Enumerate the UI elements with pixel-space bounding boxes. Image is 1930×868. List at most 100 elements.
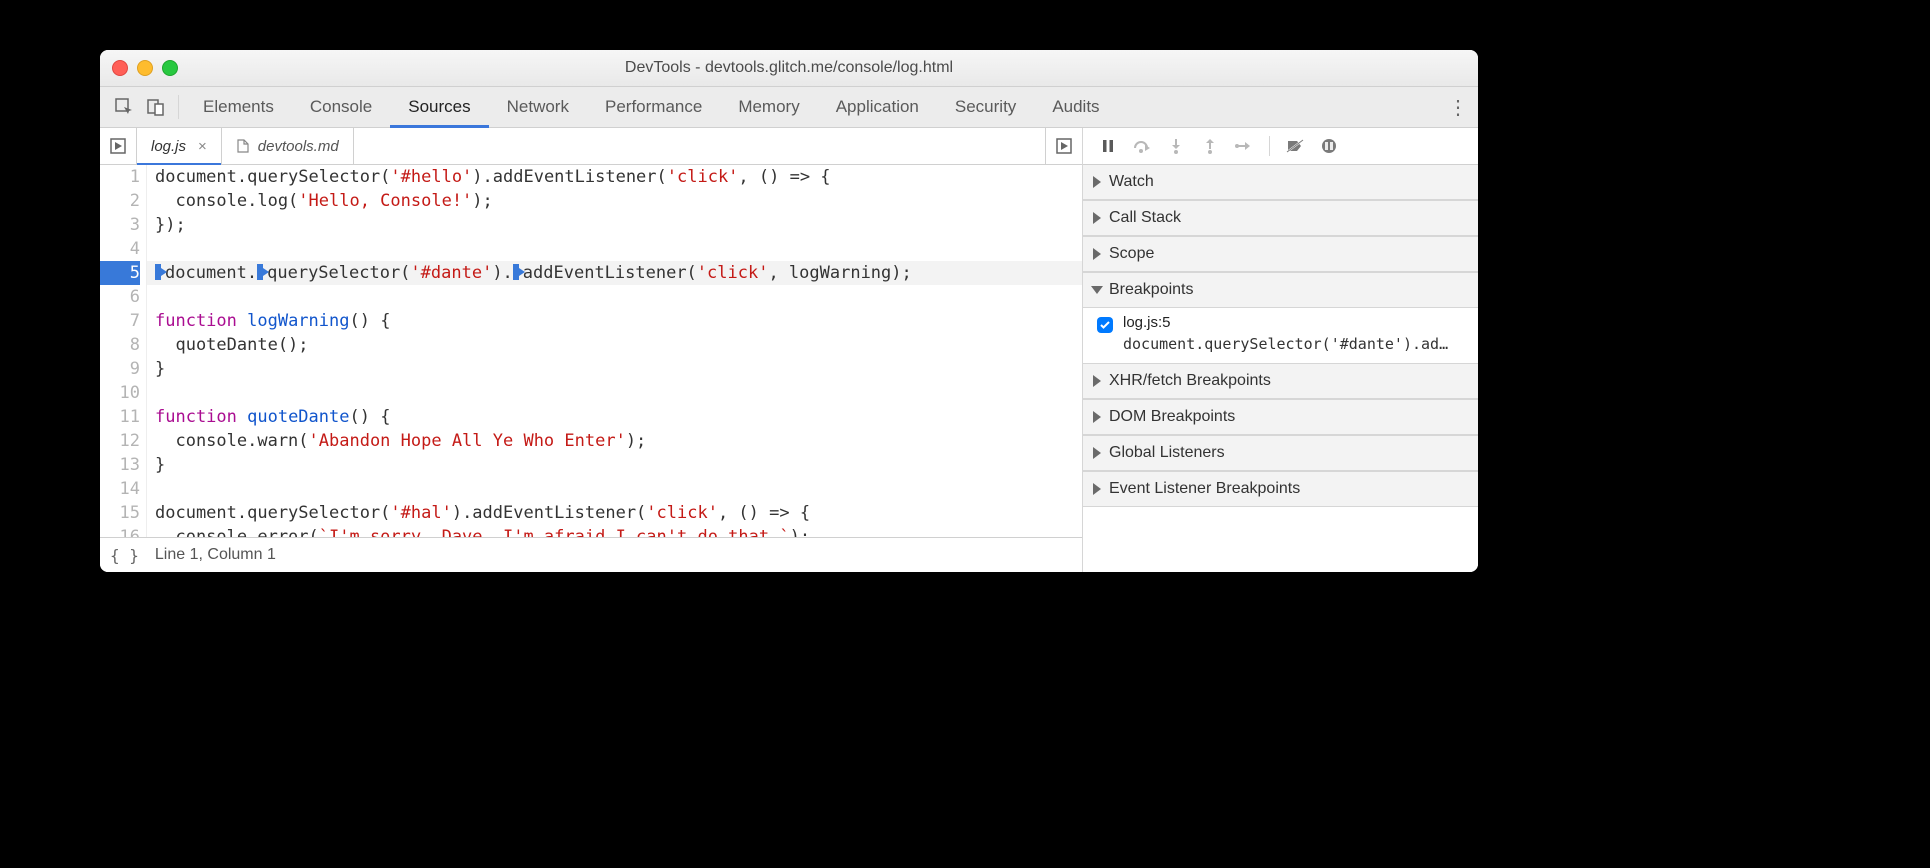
code-lines[interactable]: document.querySelector('#hello').addEven… xyxy=(147,165,1082,537)
code-line[interactable]: }); xyxy=(147,213,1082,237)
pane-head-global[interactable]: Global Listeners xyxy=(1083,435,1478,471)
code-line[interactable] xyxy=(147,285,1082,309)
pane-label: Event Listener Breakpoints xyxy=(1109,480,1300,498)
window-title: DevTools - devtools.glitch.me/console/lo… xyxy=(100,59,1478,77)
devtools-window: DevTools - devtools.glitch.me/console/lo… xyxy=(100,50,1478,572)
disclosure-triangle-icon xyxy=(1093,375,1101,387)
deactivate-breakpoints-icon[interactable] xyxy=(1280,132,1310,160)
pane-label: Scope xyxy=(1109,245,1154,263)
line-number[interactable]: 2 xyxy=(100,189,140,213)
code-line[interactable]: document.querySelector('#dante').addEven… xyxy=(147,261,1082,285)
panel-tab-performance[interactable]: Performance xyxy=(587,87,720,127)
pane-head-xhr[interactable]: XHR/fetch Breakpoints xyxy=(1083,363,1478,399)
panel-tab-sources[interactable]: Sources xyxy=(390,87,488,127)
code-line[interactable]: console.warn('Abandon Hope All Ye Who En… xyxy=(147,429,1082,453)
panel-tab-elements[interactable]: Elements xyxy=(185,87,292,127)
code-line[interactable]: document.querySelector('#hello').addEven… xyxy=(147,165,1082,189)
pane-head-event[interactable]: Event Listener Breakpoints xyxy=(1083,471,1478,507)
code-line[interactable] xyxy=(147,237,1082,261)
line-number[interactable]: 11 xyxy=(100,405,140,429)
line-number[interactable]: 6 xyxy=(100,285,140,309)
breakpoint-location: log.js:5 xyxy=(1123,314,1453,331)
line-number[interactable]: 8 xyxy=(100,333,140,357)
line-number[interactable]: 7 xyxy=(100,309,140,333)
call-marker-icon xyxy=(257,264,269,280)
step-into-icon[interactable] xyxy=(1161,132,1191,160)
line-number[interactable]: 4 xyxy=(100,237,140,261)
step-icon[interactable] xyxy=(1229,132,1259,160)
device-toolbar-icon[interactable] xyxy=(140,87,172,127)
file-tab-log-js[interactable]: log.js × xyxy=(137,128,222,164)
code-line[interactable]: function logWarning() { xyxy=(147,309,1082,333)
pane-label: Breakpoints xyxy=(1109,281,1194,299)
breakpoint-item[interactable]: log.js:5document.querySelector('#dante')… xyxy=(1097,314,1468,353)
pane-label: Call Stack xyxy=(1109,209,1181,227)
code-line[interactable]: } xyxy=(147,453,1082,477)
panel-tab-memory[interactable]: Memory xyxy=(720,87,817,127)
window-controls xyxy=(112,60,178,76)
close-window-button[interactable] xyxy=(112,60,128,76)
pane-head-callstack[interactable]: Call Stack xyxy=(1083,200,1478,236)
panel-tab-network[interactable]: Network xyxy=(489,87,587,127)
zoom-window-button[interactable] xyxy=(162,60,178,76)
pretty-print-icon[interactable]: { } xyxy=(110,546,139,565)
step-over-icon[interactable] xyxy=(1127,132,1157,160)
panel-tab-application[interactable]: Application xyxy=(818,87,937,127)
close-tab-icon[interactable]: × xyxy=(198,138,207,155)
line-number[interactable]: 12 xyxy=(100,429,140,453)
file-tab-devtools-md[interactable]: devtools.md xyxy=(222,128,354,164)
code-line[interactable]: console.error(`I'm sorry, Dave. I'm afra… xyxy=(147,525,1082,537)
disclosure-triangle-icon xyxy=(1093,212,1101,224)
navigator-toggle-icon[interactable] xyxy=(100,128,137,164)
file-icon xyxy=(236,139,250,153)
pane-label: Watch xyxy=(1109,173,1154,191)
cursor-position: Line 1, Column 1 xyxy=(155,546,276,564)
minimize-window-button[interactable] xyxy=(137,60,153,76)
pane-head-dom[interactable]: DOM Breakpoints xyxy=(1083,399,1478,435)
code-line[interactable]: document.querySelector('#hal').addEventL… xyxy=(147,501,1082,525)
line-number[interactable]: 16 xyxy=(100,525,140,537)
line-number[interactable]: 15 xyxy=(100,501,140,525)
code-line[interactable]: quoteDante(); xyxy=(147,333,1082,357)
panel-tab-audits[interactable]: Audits xyxy=(1034,87,1117,127)
panel-tab-security[interactable]: Security xyxy=(937,87,1034,127)
window-titlebar: DevTools - devtools.glitch.me/console/lo… xyxy=(100,50,1478,87)
code-line[interactable] xyxy=(147,381,1082,405)
line-number[interactable]: 10 xyxy=(100,381,140,405)
disclosure-triangle-icon xyxy=(1091,286,1103,294)
file-tab-label: devtools.md xyxy=(258,138,339,155)
file-tab-label: log.js xyxy=(151,138,186,155)
panel-tab-console[interactable]: Console xyxy=(292,87,390,127)
disclosure-triangle-icon xyxy=(1093,248,1101,260)
line-number[interactable]: 3 xyxy=(100,213,140,237)
debugger-toggle-icon[interactable] xyxy=(1045,128,1082,164)
code-line[interactable]: console.log('Hello, Console!'); xyxy=(147,189,1082,213)
call-marker-icon xyxy=(513,264,525,280)
pane-head-scope[interactable]: Scope xyxy=(1083,236,1478,272)
disclosure-triangle-icon xyxy=(1093,411,1101,423)
line-number[interactable]: 14 xyxy=(100,477,140,501)
line-number[interactable]: 5 xyxy=(100,261,140,285)
inspect-element-icon[interactable] xyxy=(108,87,140,127)
code-line[interactable]: function quoteDante() { xyxy=(147,405,1082,429)
step-out-icon[interactable] xyxy=(1195,132,1225,160)
more-options-icon[interactable]: ⋮ xyxy=(1438,87,1478,127)
debugger-sidebar: Watch Call Stack Scope Breakpoints log.js:5d… xyxy=(1083,128,1478,572)
pane-head-breakpoints[interactable]: Breakpoints xyxy=(1083,272,1478,308)
code-line[interactable] xyxy=(147,477,1082,501)
line-number[interactable]: 9 xyxy=(100,357,140,381)
pause-icon[interactable] xyxy=(1093,132,1123,160)
disclosure-triangle-icon xyxy=(1093,176,1101,188)
code-line[interactable]: } xyxy=(147,357,1082,381)
code-editor[interactable]: 1234567891011121314151617 document.query… xyxy=(100,165,1082,537)
editor-pane: log.js×devtools.md 123456789101112131415… xyxy=(100,128,1083,572)
breakpoint-marker-icon[interactable] xyxy=(155,264,167,280)
breakpoint-checkbox[interactable] xyxy=(1097,317,1113,333)
line-number[interactable]: 1 xyxy=(100,165,140,189)
line-number-gutter[interactable]: 1234567891011121314151617 xyxy=(100,165,147,537)
disclosure-triangle-icon xyxy=(1093,483,1101,495)
pane-head-watch[interactable]: Watch xyxy=(1083,165,1478,200)
line-number[interactable]: 13 xyxy=(100,453,140,477)
pane-label: DOM Breakpoints xyxy=(1109,408,1235,426)
pause-on-exceptions-icon[interactable] xyxy=(1314,132,1344,160)
